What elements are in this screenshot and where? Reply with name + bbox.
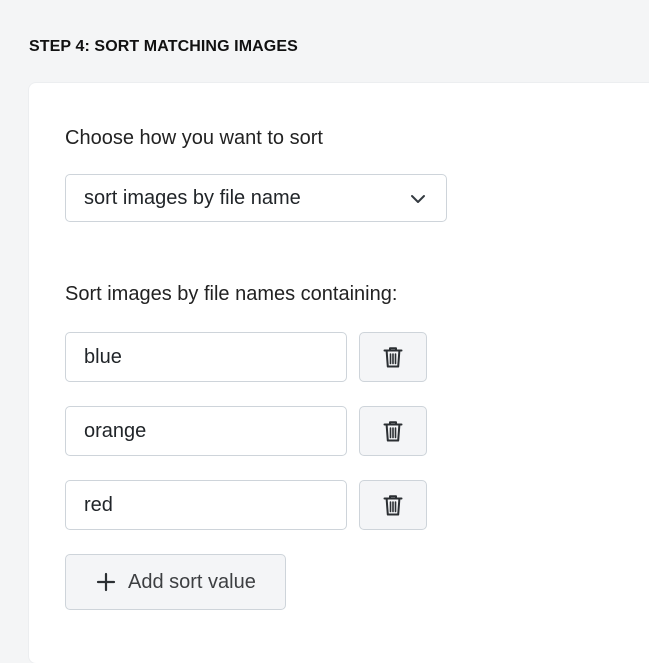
- sort-method-select[interactable]: sort images by file name: [65, 174, 447, 222]
- add-sort-value-button[interactable]: Add sort value: [65, 554, 286, 610]
- sort-value-row: [65, 480, 427, 530]
- sort-method-label: Choose how you want to sort: [65, 127, 323, 149]
- delete-sort-value-button[interactable]: [359, 406, 427, 456]
- trash-icon: [383, 495, 403, 516]
- add-sort-value-label: Add sort value: [128, 570, 256, 593]
- trash-icon: [383, 347, 403, 368]
- sort-value-input[interactable]: [65, 332, 347, 382]
- sort-value-input[interactable]: [65, 406, 347, 456]
- delete-sort-value-button[interactable]: [359, 332, 427, 382]
- sort-values-label: Sort images by file names containing:: [65, 283, 398, 305]
- plus-icon: [96, 572, 116, 592]
- chevron-down-icon: [411, 195, 425, 203]
- trash-icon: [383, 421, 403, 442]
- sort-value-row: [65, 406, 427, 456]
- sort-value-row: [65, 332, 427, 382]
- sort-value-input[interactable]: [65, 480, 347, 530]
- delete-sort-value-button[interactable]: [359, 480, 427, 530]
- sort-method-selected-value: sort images by file name: [84, 186, 301, 209]
- step-heading: STEP 4: SORT MATCHING IMAGES: [29, 38, 298, 55]
